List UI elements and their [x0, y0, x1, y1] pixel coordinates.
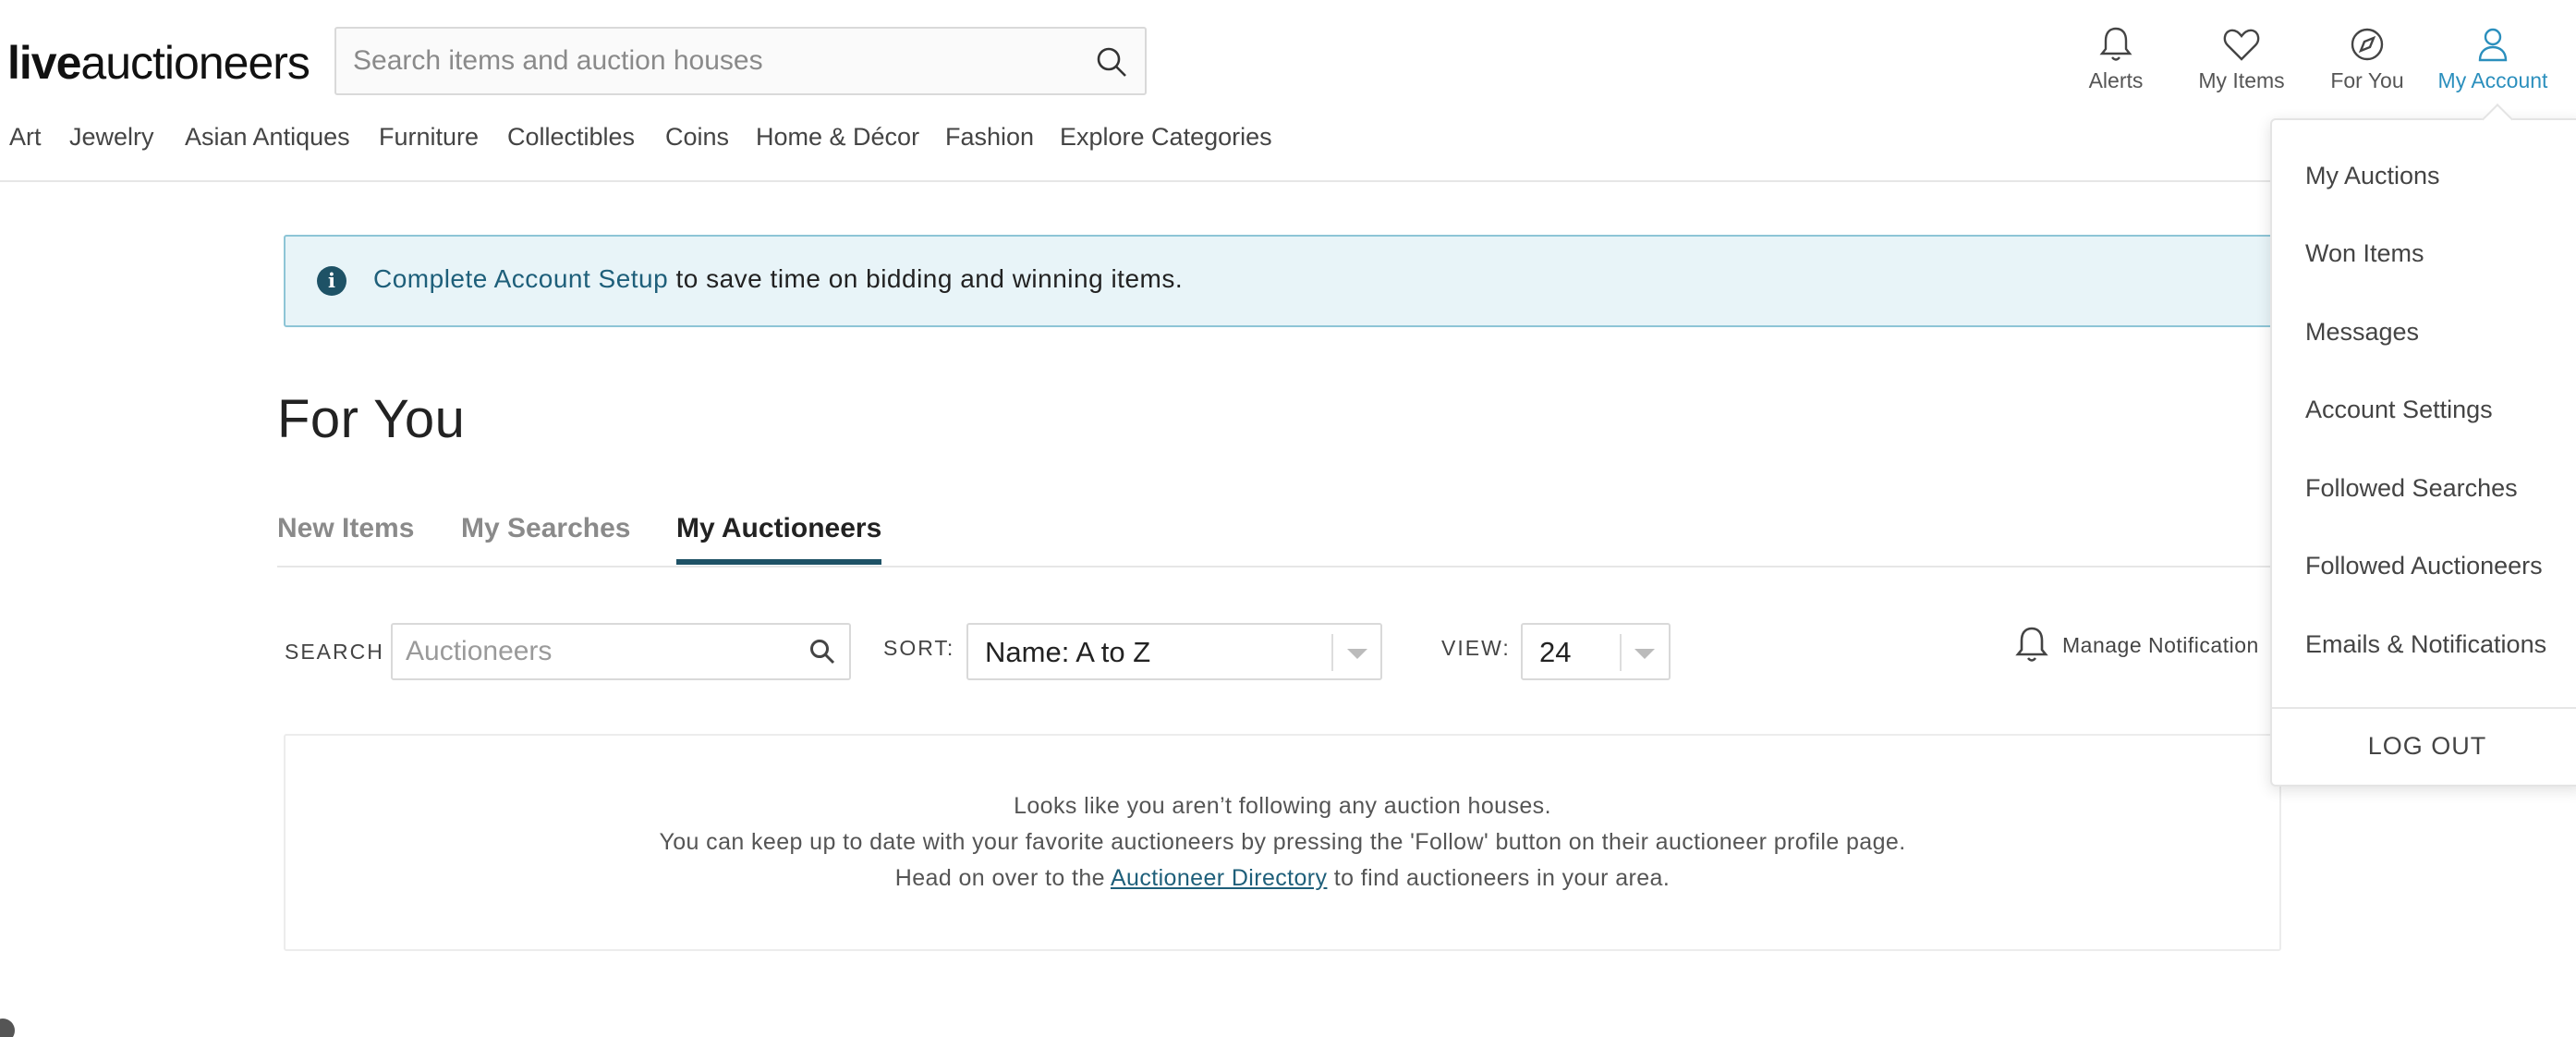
- category-fashion[interactable]: Fashion: [945, 123, 1034, 152]
- menu-item-followed-searches[interactable]: Followed Searches: [2305, 474, 2518, 503]
- banner-message: Complete Account Setup to save time on b…: [373, 264, 1183, 294]
- menu-item-emails-notifications[interactable]: Emails & Notifications: [2305, 630, 2546, 659]
- empty-state-line-3-post: to find auctioneers in your area.: [1327, 865, 1671, 891]
- menu-item-won-items[interactable]: Won Items: [2305, 239, 2424, 268]
- menu-item-my-auctions[interactable]: My Auctions: [2305, 162, 2440, 190]
- logo-auctioneers: auctioneers: [80, 37, 310, 89]
- dropdown-arrow: [2482, 104, 2513, 135]
- menu-item-followed-auctioneers[interactable]: Followed Auctioneers: [2305, 552, 2543, 580]
- category-art[interactable]: Art: [9, 123, 42, 152]
- site-search-input[interactable]: [353, 29, 1074, 93]
- empty-state-line-3-pre: Head on over to the: [894, 865, 1111, 891]
- account-setup-banner: i Complete Account Setup to save time on…: [284, 235, 2566, 327]
- bell-icon: [2099, 27, 2132, 61]
- banner-text: to save time on bidding and winning item…: [668, 264, 1184, 293]
- category-explore[interactable]: Explore Categories: [1060, 123, 1272, 152]
- view-value: 24: [1539, 636, 1572, 668]
- site-search: [334, 27, 1147, 95]
- sort-select[interactable]: Name: A to Z: [966, 623, 1382, 680]
- chevron-down-icon: [1634, 649, 1655, 659]
- empty-state: Looks like you aren’t following any auct…: [284, 734, 2281, 951]
- tab-my-auctioneers[interactable]: My Auctioneers: [676, 513, 882, 565]
- search-icon[interactable]: [1095, 45, 1128, 79]
- menu-item-account-settings[interactable]: Account Settings: [2305, 396, 2493, 424]
- category-jewelry[interactable]: Jewelry: [69, 123, 154, 152]
- category-furniture[interactable]: Furniture: [379, 123, 479, 152]
- auctioneer-search-input[interactable]: [406, 625, 803, 678]
- logo-live: live: [7, 37, 81, 89]
- menu-item-messages[interactable]: Messages: [2305, 318, 2419, 347]
- tab-my-searches[interactable]: My Searches: [461, 513, 630, 565]
- nav-my-account-label: My Account: [2437, 68, 2548, 92]
- view-select-separator: [1620, 634, 1622, 671]
- account-dropdown: My Auctions Won Items Messages Account S…: [2270, 104, 2576, 787]
- nav-for-you-label: For You: [2330, 68, 2404, 92]
- auctioneer-search: [391, 623, 851, 680]
- search-icon[interactable]: [808, 638, 836, 665]
- complete-account-setup-link[interactable]: Complete Account Setup: [373, 264, 668, 293]
- category-collectibles[interactable]: Collectibles: [507, 123, 635, 152]
- chevron-down-icon: [1347, 649, 1367, 659]
- manage-notifications-label: Manage Notification: [2062, 633, 2259, 657]
- dropdown-divider: [2272, 707, 2576, 709]
- sort-value: Name: A to Z: [985, 636, 1151, 668]
- site-logo[interactable]: liveauctioneers: [7, 35, 310, 91]
- auctioneer-directory-link[interactable]: Auctioneer Directory: [1111, 865, 1327, 891]
- view-select[interactable]: 24: [1521, 623, 1671, 680]
- tabs-divider: [277, 566, 2559, 567]
- logout-button[interactable]: LOG OUT: [2272, 732, 2576, 761]
- tab-new-items[interactable]: New Items: [277, 513, 414, 565]
- category-asian-antiques[interactable]: Asian Antiques: [185, 123, 350, 152]
- user-icon: [2478, 28, 2508, 62]
- heart-icon: [2223, 29, 2260, 61]
- page-title: For You: [277, 389, 466, 449]
- info-icon: i: [317, 266, 346, 296]
- category-home-decor[interactable]: Home & Décor: [756, 123, 919, 152]
- compass-icon: [2351, 28, 2384, 61]
- nav-my-items-label: My Items: [2198, 68, 2285, 92]
- empty-state-line-1: Looks like you aren’t following any auct…: [1014, 793, 1551, 819]
- view-label: VIEW:: [1441, 636, 1511, 660]
- chat-widget[interactable]: [0, 1019, 15, 1037]
- sort-select-separator: [1331, 634, 1333, 671]
- bell-icon: [2015, 627, 2048, 662]
- empty-state-line-3: Head on over to the Auctioneer Directory…: [286, 865, 2279, 892]
- search-label: SEARCH: [285, 640, 384, 664]
- nav-my-account[interactable]: My Account: [2419, 20, 2567, 93]
- sort-label: SORT:: [883, 636, 955, 660]
- header-divider: [0, 180, 2576, 182]
- empty-state-line-2: You can keep up to date with your favori…: [659, 829, 1906, 855]
- category-coins[interactable]: Coins: [665, 123, 729, 152]
- nav-alerts-label: Alerts: [2088, 68, 2144, 92]
